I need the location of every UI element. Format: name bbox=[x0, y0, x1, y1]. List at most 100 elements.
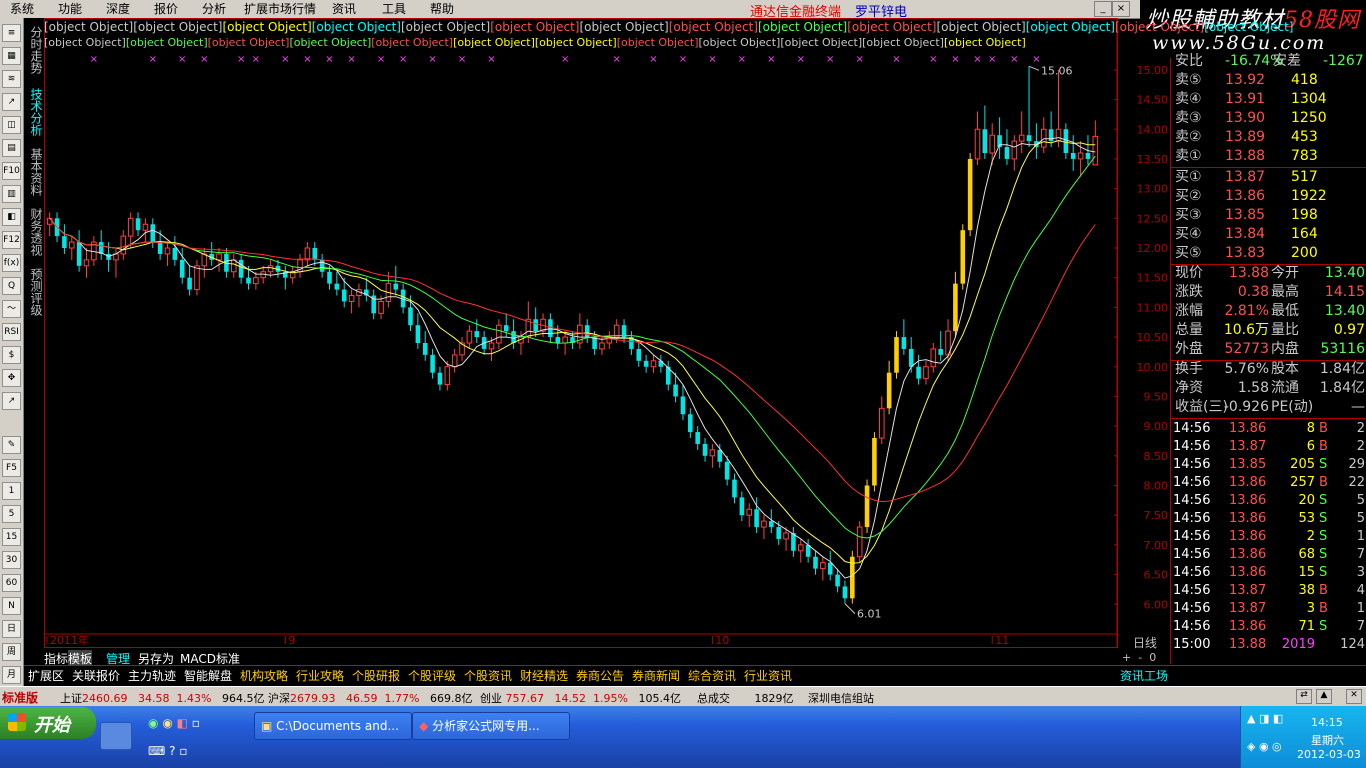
candle bbox=[856, 521, 863, 563]
window-icon[interactable]: ▫ bbox=[179, 744, 187, 758]
toolbar-button[interactable]: 30 bbox=[2, 551, 21, 569]
period-label[interactable]: 日线 bbox=[1122, 634, 1168, 650]
menu-item-system[interactable]: 系统 bbox=[10, 1, 34, 17]
minimize-button[interactable]: _ bbox=[1094, 1, 1112, 17]
alert-icon[interactable]: ▲ bbox=[1316, 689, 1332, 704]
toolbar-button[interactable]: 月 bbox=[2, 666, 21, 684]
menu-item-analysis[interactable]: 分析 bbox=[202, 1, 226, 17]
toolbar-button[interactable]: ↗ bbox=[2, 392, 21, 410]
tick-cell: 5 bbox=[1356, 493, 1365, 508]
candle bbox=[945, 319, 951, 361]
tab-technical[interactable]: 技术分析 bbox=[26, 88, 43, 136]
toolbar-button[interactable]: ≋ bbox=[2, 70, 21, 88]
extension-tab[interactable]: 个股资讯 bbox=[464, 667, 512, 684]
toolbar-button[interactable]: 60 bbox=[2, 574, 21, 592]
menu-item-tools[interactable]: 工具 bbox=[382, 1, 406, 17]
toolbar-button[interactable]: F5 bbox=[2, 459, 21, 477]
quicklaunch-icons[interactable]: ◉ ◉ ◧ ▫ bbox=[148, 716, 232, 732]
start-button[interactable]: 开始 bbox=[0, 707, 96, 739]
quote-cell: 200 bbox=[1291, 245, 1318, 261]
toolbar-button[interactable]: ▥ bbox=[2, 185, 21, 203]
link-icon[interactable]: ⇄ bbox=[1296, 689, 1312, 704]
toolbar-button[interactable]: N bbox=[2, 597, 21, 615]
toolbar-button[interactable]: ↗ bbox=[2, 93, 21, 111]
toolbar-button[interactable]: ≡ bbox=[2, 24, 21, 42]
tab-fundamentals[interactable]: 基本资料 bbox=[26, 148, 43, 196]
signal-marker: × bbox=[855, 54, 863, 65]
task-explorer[interactable]: ▣ C:\Documents and... bbox=[254, 712, 412, 740]
toolbar-button[interactable]: RSI bbox=[2, 323, 21, 341]
extension-tab[interactable]: 财经精选 bbox=[520, 667, 568, 684]
quicklaunch-icons-2[interactable]: ⌨ ? ▫ bbox=[148, 744, 208, 760]
toolbar-button[interactable]: ✎ bbox=[2, 436, 21, 454]
close-button[interactable]: × bbox=[1112, 1, 1130, 17]
tray-icons-2[interactable]: ◈ ◉ ◎ bbox=[1247, 740, 1282, 753]
extension-tab[interactable]: 关联报价 bbox=[72, 667, 120, 684]
zoom-reset-button[interactable]: 0 bbox=[1149, 651, 1156, 664]
toolbar-button[interactable]: ✥ bbox=[2, 369, 21, 387]
extension-tab[interactable]: 行业资讯 bbox=[744, 667, 792, 684]
header-segment: [object Object] bbox=[616, 36, 699, 49]
task-browser[interactable]: ◆ 分析家公式网专用... bbox=[412, 712, 570, 740]
extension-tab[interactable]: 行业攻略 bbox=[296, 667, 344, 684]
extension-tab[interactable]: 智能解盘 bbox=[184, 667, 232, 684]
toolbar-button[interactable]: 5 bbox=[2, 505, 21, 523]
menu-item-news[interactable]: 资讯 bbox=[332, 1, 356, 17]
tick-row: 14:56 13.86 20 S 5 bbox=[1173, 492, 1365, 510]
tick-cell: 53 bbox=[1298, 511, 1315, 526]
toolbar-button[interactable]: ▦ bbox=[2, 47, 21, 65]
zoom-in-button[interactable]: + bbox=[1122, 651, 1131, 664]
high-pointer bbox=[1028, 65, 1040, 71]
menu-item-help[interactable]: 帮助 bbox=[430, 1, 454, 17]
toolbar-button[interactable]: 日 bbox=[2, 620, 21, 638]
menu-item-depth[interactable]: 深度 bbox=[106, 1, 130, 17]
toolbar-icon: ↗ bbox=[7, 97, 16, 107]
ohlc-header: [object Object][object Object][object Ob… bbox=[44, 36, 1026, 50]
extension-tab[interactable]: 个股研报 bbox=[352, 667, 400, 684]
menu-item-quote[interactable]: 报价 bbox=[154, 1, 178, 17]
tab-forecast[interactable]: 预测评级 bbox=[26, 268, 43, 316]
tab-financials[interactable]: 财务透视 bbox=[26, 208, 43, 256]
help-icon[interactable]: ? bbox=[169, 744, 175, 758]
toolbar-button[interactable]: 〜 bbox=[2, 300, 21, 318]
exit-icon[interactable]: ✕ bbox=[1346, 689, 1362, 704]
extension-tab[interactable]: 个股评级 bbox=[408, 667, 456, 684]
info-workshop-tab[interactable]: 资讯工场 bbox=[1120, 667, 1168, 684]
toolbar-button[interactable]: 1 bbox=[2, 482, 21, 500]
extension-tab[interactable]: 券商公告 bbox=[576, 667, 624, 684]
clock-time[interactable]: 14:15 bbox=[1311, 716, 1343, 729]
menu-item-extended-market[interactable]: 扩展市场行情 bbox=[244, 1, 316, 17]
toolbar-button[interactable]: ◧ bbox=[2, 208, 21, 226]
media-icon[interactable]: ◉ bbox=[162, 716, 172, 730]
toolbar-button[interactable]: f(x) bbox=[2, 254, 21, 272]
ie-icon[interactable]: ◉ bbox=[148, 716, 158, 730]
extension-tab[interactable]: 扩展区 bbox=[28, 667, 64, 684]
toolbar-button[interactable]: 15 bbox=[2, 528, 21, 546]
show-desktop-icon[interactable] bbox=[100, 722, 132, 750]
toolbar-button[interactable]: $ bbox=[2, 346, 21, 364]
tray-icons[interactable]: ▲ ◨ ◧ bbox=[1247, 712, 1283, 725]
candlestick-chart[interactable]: 15.00 14.50 14.00 13.50 13.00 12.50 12.00 11.50… bbox=[44, 18, 1170, 649]
extension-tab[interactable]: 机构攻略 bbox=[240, 667, 288, 684]
more-icon[interactable]: ▫ bbox=[192, 716, 200, 730]
toolbar-button[interactable]: ▤ bbox=[2, 139, 21, 157]
index-sh[interactable]: 上证2460.69 34.58 1.43% 964.5亿 bbox=[60, 690, 264, 706]
tab-intraday[interactable]: 分时走势 bbox=[26, 26, 43, 74]
zoom-out-button[interactable]: - bbox=[1138, 651, 1142, 664]
extension-tab[interactable]: 券商新闻 bbox=[632, 667, 680, 684]
keyboard-icon[interactable]: ⌨ bbox=[148, 744, 165, 758]
extension-tab[interactable]: 主力轨迹 bbox=[128, 667, 176, 684]
index-cy[interactable]: 创业 757.67 14.52 1.95% 105.4亿 bbox=[480, 690, 681, 706]
server-name[interactable]: 深圳电信组站 bbox=[808, 690, 874, 706]
toolbar-button[interactable]: ◫ bbox=[2, 116, 21, 134]
app-icon[interactable]: ◧ bbox=[177, 716, 188, 730]
menu-item-function[interactable]: 功能 bbox=[58, 1, 82, 17]
quote-cell: 13.85 bbox=[1225, 207, 1266, 223]
signal-marker: × bbox=[428, 54, 436, 65]
toolbar-button[interactable]: F12 bbox=[2, 231, 21, 249]
index-sz[interactable]: 沪深2679.93 46.59 1.77% 669.8亿 bbox=[268, 690, 472, 706]
extension-tab[interactable]: 综合资讯 bbox=[688, 667, 736, 684]
toolbar-button[interactable]: 周 bbox=[2, 643, 21, 661]
toolbar-button[interactable]: Q bbox=[2, 277, 21, 295]
toolbar-button[interactable]: F10 bbox=[2, 162, 21, 180]
